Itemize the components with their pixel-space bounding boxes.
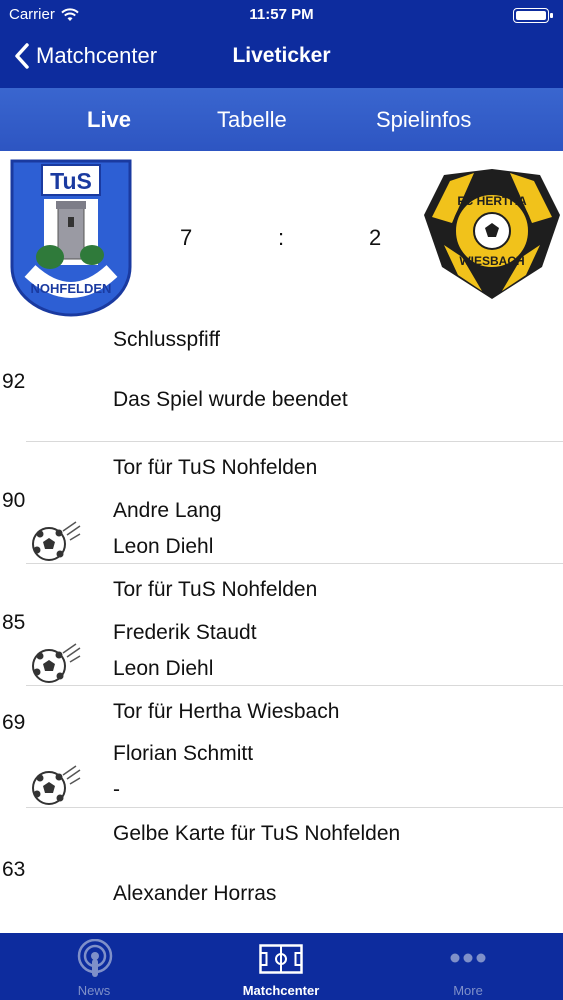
top-bar: Carrier 11:57 PM Matchcenter Liveticker bbox=[0, 0, 563, 88]
status-bar: Carrier 11:57 PM bbox=[0, 0, 563, 30]
tab-matchcenter[interactable]: Matchcenter bbox=[226, 933, 336, 1000]
match-header: TuS NOHFELDEN 7 : 2 FC HERTHA WIESBACH bbox=[0, 151, 563, 321]
tab-spielinfos[interactable]: Spielinfos bbox=[376, 107, 471, 133]
event-assist: Leon Diehl bbox=[113, 535, 214, 558]
away-team-crest: FC HERTHA WIESBACH bbox=[424, 169, 560, 299]
event-assist: Leon Diehl bbox=[113, 657, 214, 680]
svg-text:NOHFELDEN: NOHFELDEN bbox=[31, 281, 112, 296]
event-title: Schlusspfiff bbox=[113, 328, 220, 351]
event-minute: 90 bbox=[2, 489, 26, 512]
event-minute: 85 bbox=[2, 611, 26, 634]
event-scorer: Florian Schmitt bbox=[113, 742, 254, 765]
page-title: Liveticker bbox=[232, 44, 331, 67]
tab-bar: News Matchcenter More bbox=[0, 933, 563, 1000]
broadcast-icon bbox=[77, 939, 113, 977]
more-dots-icon bbox=[450, 953, 486, 963]
list-item[interactable]: 63 Gelbe Karte für TuS Nohfelden Alexand… bbox=[0, 808, 563, 933]
navigation-bar: Matchcenter Liveticker bbox=[0, 30, 563, 88]
event-title: Tor für TuS Nohfelden bbox=[113, 456, 318, 479]
tab-tabelle[interactable]: Tabelle bbox=[217, 107, 287, 133]
svg-text:FC HERTHA: FC HERTHA bbox=[457, 194, 527, 208]
tab-more[interactable]: More bbox=[418, 933, 518, 1000]
list-item[interactable]: 69 Tor für Hertha Wiesbach Florian Schmi… bbox=[0, 686, 563, 808]
event-minute: 69 bbox=[2, 711, 26, 734]
tab-label: More bbox=[453, 983, 483, 998]
event-title: Tor für Hertha Wiesbach bbox=[113, 700, 340, 723]
home-team-crest: TuS NOHFELDEN bbox=[10, 159, 132, 317]
away-score: 2 bbox=[369, 225, 382, 250]
tab-live[interactable]: Live bbox=[87, 107, 131, 133]
event-scorer: Frederik Staudt bbox=[113, 621, 257, 644]
event-minute: 63 bbox=[2, 858, 26, 881]
event-title: Tor für TuS Nohfelden bbox=[113, 578, 318, 601]
battery-icon bbox=[513, 8, 553, 23]
pitch-icon bbox=[259, 944, 303, 974]
list-item[interactable]: 92 Schlusspfiff Das Spiel wurde beendet bbox=[0, 321, 563, 442]
segment-bar: Live Tabelle Spielinfos bbox=[0, 88, 563, 151]
tab-news[interactable]: News bbox=[40, 933, 148, 1000]
soccer-ball-icon bbox=[32, 765, 81, 805]
soccer-ball-icon bbox=[32, 521, 81, 561]
list-item[interactable]: 90 Tor für TuS Nohfelden Andre Lang Leon… bbox=[0, 442, 563, 564]
clock: 11:57 PM bbox=[249, 6, 314, 23]
list-item[interactable]: 85 Tor für TuS Nohfelden Frederik Staudt… bbox=[0, 564, 563, 686]
event-minute: 92 bbox=[2, 370, 26, 393]
home-score: 7 bbox=[180, 225, 193, 250]
event-assist: - bbox=[113, 778, 120, 801]
event-detail: Das Spiel wurde beendet bbox=[113, 388, 348, 411]
svg-text:WIESBACH: WIESBACH bbox=[459, 254, 524, 268]
event-scorer: Andre Lang bbox=[113, 499, 222, 522]
score-separator: : bbox=[278, 225, 285, 250]
svg-text:TuS: TuS bbox=[50, 168, 92, 194]
event-player: Alexander Horras bbox=[113, 882, 277, 905]
tab-label: News bbox=[77, 983, 111, 998]
soccer-ball-icon bbox=[32, 643, 81, 683]
tab-label: Matchcenter bbox=[242, 983, 320, 998]
event-title: Gelbe Karte für TuS Nohfelden bbox=[113, 822, 401, 845]
